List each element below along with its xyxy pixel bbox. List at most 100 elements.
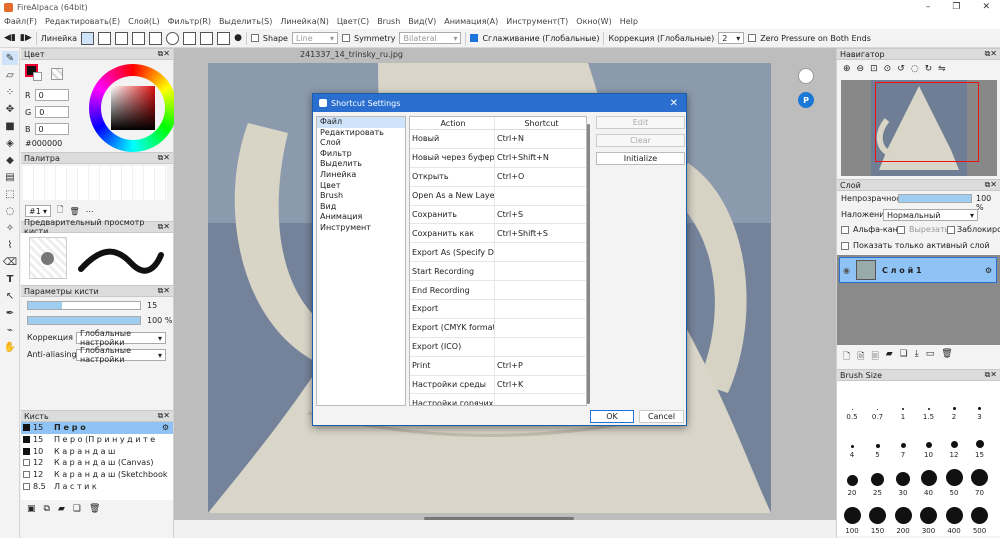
shape-checkbox[interactable] — [250, 34, 259, 42]
pen-tool-icon[interactable]: ✒ — [2, 306, 18, 320]
category-item[interactable]: Линейка — [317, 170, 405, 181]
clip-checkbox[interactable] — [897, 226, 905, 234]
next-icon[interactable]: ▮▶ — [20, 33, 32, 43]
layer-row[interactable]: ◉ С л о й 1 ⚙ — [839, 257, 997, 283]
menu-edit[interactable]: Редактировать(E) — [45, 17, 120, 26]
zoom-in-icon[interactable]: ⊕ — [843, 64, 851, 74]
ruler-perspective-icon[interactable] — [200, 31, 214, 45]
folder-icon[interactable]: ▰ — [58, 504, 65, 514]
table-row[interactable]: Настройки среды Ctrl+K — [410, 375, 586, 395]
rect-fill-icon[interactable]: ■ — [2, 119, 18, 133]
brush-item[interactable]: 12 К а р а н д а ш (Canvas) — [21, 457, 173, 469]
panel-close-icon[interactable]: ⧉✕ — [158, 222, 170, 232]
panel-close-icon[interactable]: ⧉✕ — [158, 286, 170, 296]
eraser-tool-icon[interactable]: ▱ — [2, 68, 18, 82]
panel-close-icon[interactable]: ⧉✕ — [985, 180, 997, 190]
brush-item[interactable]: 8.5 Л а с т и к — [21, 480, 173, 492]
magic-wand-icon[interactable]: ✧ — [2, 221, 18, 235]
menu-layer[interactable]: Слой(L) — [128, 17, 160, 26]
save-icon[interactable]: ▣ — [27, 504, 36, 514]
folder-icon[interactable]: ▰ — [886, 349, 893, 365]
show-active-checkbox[interactable] — [841, 242, 849, 250]
brush-size-cell[interactable]: 1 — [891, 385, 915, 421]
category-item[interactable]: Вид — [317, 202, 405, 213]
symmetry-checkbox[interactable] — [341, 34, 350, 42]
brush-size-cell[interactable]: 50 — [942, 461, 966, 497]
menu-help[interactable]: Help — [620, 17, 638, 26]
table-row[interactable]: End Recording — [410, 281, 586, 301]
correction-select[interactable]: Глобальные настройки ▾ — [76, 329, 166, 347]
ruler-radial-icon[interactable] — [183, 31, 197, 45]
table-row[interactable]: Сохранить как Ctrl+Shift+S — [410, 224, 586, 244]
menu-filter[interactable]: Фильтр(R) — [168, 17, 211, 26]
table-row[interactable]: Export — [410, 300, 586, 319]
brush-size-cell[interactable]: 30 — [891, 461, 915, 497]
brush-size-cell[interactable]: 7 — [891, 423, 915, 459]
clear-button[interactable]: Clear — [596, 134, 685, 147]
select-rect-icon[interactable]: ⬚ — [2, 187, 18, 201]
panel-close-icon[interactable]: ⧉✕ — [158, 49, 170, 59]
table-row[interactable]: Новый Ctrl+N — [410, 130, 586, 149]
brush-item[interactable]: 15 П е р о (П р и н у д и т е — [21, 434, 173, 446]
gradient-tool-icon[interactable]: ▤ — [2, 170, 18, 184]
category-item[interactable]: Слой — [317, 138, 405, 149]
category-item[interactable]: Файл — [317, 117, 405, 128]
new-1bit-layer-icon[interactable]: 🗏 — [872, 349, 879, 365]
category-item[interactable]: Фильтр — [317, 149, 405, 160]
p-icon[interactable]: P — [798, 92, 814, 108]
category-item[interactable]: Инструмент — [317, 223, 405, 234]
navigator-preview[interactable] — [841, 80, 997, 176]
table-row[interactable]: Новый через буфер о...Ctrl+Shift+N — [410, 148, 586, 168]
panel-close-icon[interactable]: ⧉✕ — [985, 370, 997, 380]
ruler-grid2-icon[interactable] — [217, 31, 231, 45]
table-row[interactable]: Print Ctrl+P — [410, 356, 586, 376]
brush-size-cell[interactable]: 15 — [968, 423, 992, 459]
hand-tool-icon[interactable]: ✋ — [2, 340, 18, 354]
bucket-tool-icon[interactable]: ◈ — [2, 136, 18, 150]
zoom-out-icon[interactable]: ⊖ — [857, 64, 865, 74]
brush-size-cell[interactable]: 300 — [917, 499, 941, 535]
brush-size-cell[interactable]: 0.5 — [840, 385, 864, 421]
table-scrollbar[interactable] — [587, 124, 590, 404]
menu-color[interactable]: Цвет(C) — [337, 17, 369, 26]
lock-checkbox[interactable] — [947, 226, 955, 234]
symmetry-select[interactable]: Bilateral ▾ — [399, 32, 462, 44]
clear-icon[interactable]: ▭ — [926, 349, 935, 365]
category-item[interactable]: Цвет — [317, 181, 405, 192]
antialias-select[interactable]: Глобальные настройки ▾ — [76, 346, 166, 364]
maximize-icon[interactable]: ❐ — [952, 2, 960, 12]
brush-size-cell[interactable]: 0.7 — [866, 385, 890, 421]
table-row[interactable]: Start Recording — [410, 262, 586, 282]
ok-button[interactable]: OK — [590, 410, 634, 423]
horizontal-scrollbar[interactable] — [424, 517, 574, 520]
g-input[interactable]: 0 — [35, 106, 70, 118]
menu-window[interactable]: Окно(W) — [576, 17, 611, 26]
brush-size-cell[interactable]: 3 — [968, 385, 992, 421]
category-item[interactable]: Выделить — [317, 159, 405, 170]
alpha-checkbox[interactable] — [841, 226, 849, 234]
brush-size-cell[interactable]: 150 — [866, 499, 890, 535]
brush-size-cell[interactable]: 200 — [891, 499, 915, 535]
palette-selector[interactable]: #1 ▾ — [25, 205, 51, 217]
duplicate-icon[interactable]: ❏ — [900, 349, 908, 365]
prev-icon[interactable]: ◀▮ — [4, 33, 16, 43]
transparent-color-swatch[interactable] — [51, 68, 63, 80]
table-row[interactable]: Открыть Ctrl+O — [410, 167, 586, 187]
move-tool-icon[interactable]: ✥ — [2, 102, 18, 116]
brush-size-cell[interactable]: 12 — [942, 423, 966, 459]
brush-size-cell[interactable]: 20 — [840, 461, 864, 497]
eye-icon[interactable]: ◉ — [843, 266, 850, 275]
dot-icon[interactable]: ● — [234, 33, 242, 43]
palette-swatches[interactable] — [23, 166, 167, 200]
operation-tool-icon[interactable]: ↖ — [2, 289, 18, 303]
edit-button[interactable]: Edit — [596, 116, 685, 129]
panel-close-icon[interactable]: ⧉✕ — [985, 49, 997, 59]
brush-item[interactable]: 10 К а р а н д а ш — [21, 445, 173, 457]
eyedropper-icon[interactable]: ⌁ — [2, 323, 18, 337]
lasso-tool-icon[interactable]: ◌ — [2, 204, 18, 218]
table-row[interactable]: Export (ICO) — [410, 337, 586, 357]
brush-size-cell[interactable]: 1.5 — [917, 385, 941, 421]
brush-size-cell[interactable]: 500 — [968, 499, 992, 535]
brush-size-cell[interactable]: 100 — [840, 499, 864, 535]
ruler-ellipse-icon[interactable] — [149, 31, 163, 45]
